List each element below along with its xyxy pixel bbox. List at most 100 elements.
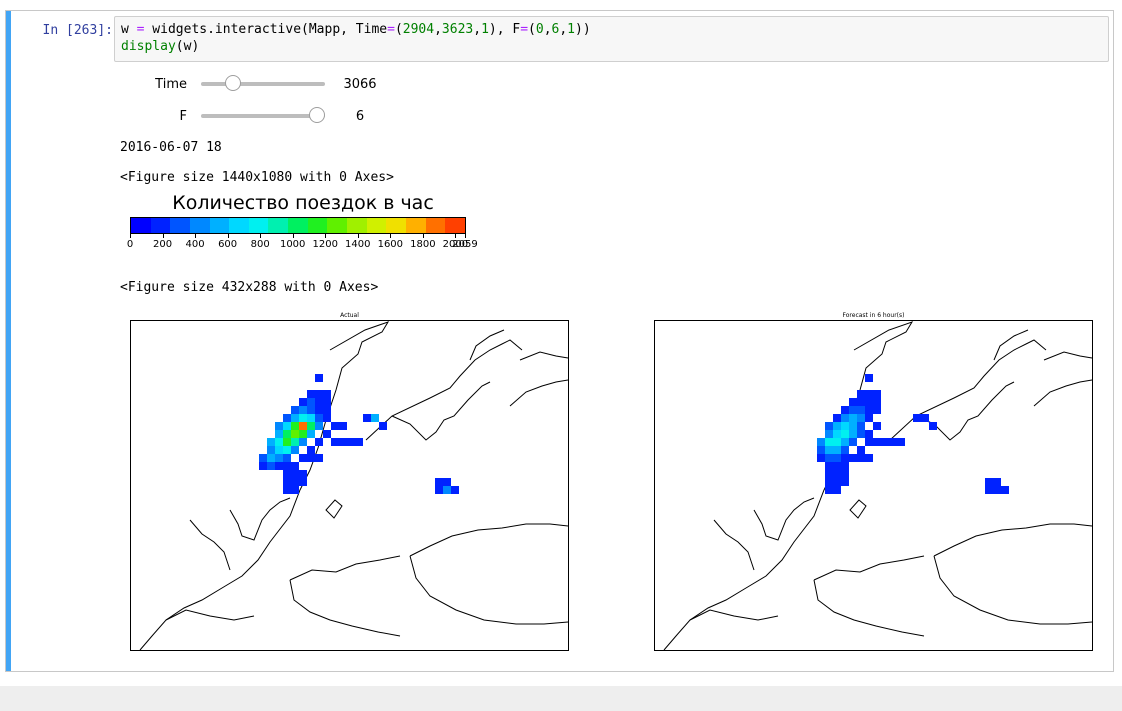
colorbar-segment (445, 218, 465, 233)
f-slider-label: F (179, 108, 187, 124)
heatmap-cell (849, 454, 857, 462)
colorbar-segment (209, 218, 230, 233)
heatmap-cell (283, 462, 291, 470)
heatmap-cell (283, 470, 291, 478)
heatmap-cell (865, 374, 873, 382)
heatmap-cell (825, 454, 833, 462)
heatmap-cell (291, 422, 299, 430)
colorbar-tick (227, 234, 229, 238)
heatmap-cell (921, 414, 929, 422)
heatmap-cell (299, 422, 307, 430)
heatmap-cell (889, 438, 897, 446)
page-bottom-bar (0, 686, 1122, 711)
heatmap-cell (817, 454, 825, 462)
heatmap-cell (443, 478, 451, 486)
heatmap-cell (873, 406, 881, 414)
colorbar-segment (189, 218, 210, 233)
f-slider-value: 6 (355, 108, 365, 124)
colorbar-tick-label: 600 (218, 239, 238, 250)
heatmap-cell (993, 486, 1001, 494)
colorbar-tick (455, 234, 457, 238)
heatmap-cell (379, 422, 387, 430)
heatmap-cell (315, 406, 323, 414)
heatmap-cell (283, 446, 291, 454)
heatmap-cell (259, 462, 267, 470)
colorbar-tick-label: 400 (185, 239, 205, 250)
heatmap-cell (275, 462, 283, 470)
colorbar-tick-label: 0 (126, 239, 134, 250)
heatmap-cell (363, 414, 371, 422)
heatmap-cell (841, 454, 849, 462)
colorbar-segment (327, 218, 348, 233)
time-slider-handle[interactable] (225, 75, 242, 91)
heatmap-cell (283, 438, 291, 446)
heatmap-cell (841, 462, 849, 470)
heatmap-cell (307, 446, 315, 454)
colorbar-segment (170, 218, 190, 233)
heatmap-cell (849, 438, 857, 446)
heatmap-cell (291, 478, 299, 486)
colorbar-segment (405, 218, 426, 233)
colorbar-tick-label: 1600 (377, 239, 404, 250)
heatmap-cell (315, 422, 323, 430)
heatmap-cell (291, 462, 299, 470)
f-slider-track[interactable] (201, 107, 325, 123)
colorbar-segment (366, 218, 387, 233)
heatmap-cell (841, 470, 849, 478)
heatmap-cell (267, 446, 275, 454)
heatmap-cell (833, 454, 841, 462)
colorbar-tick (422, 234, 424, 238)
heatmap-cell (825, 486, 833, 494)
heatmap-cell (307, 398, 315, 406)
heatmap-cell (897, 438, 905, 446)
heatmap-cell (347, 438, 355, 446)
heatmap-cell (339, 438, 347, 446)
heatmap-cell (929, 422, 937, 430)
heatmap-cell (315, 454, 323, 462)
time-slider-value: 3066 (343, 76, 377, 92)
heatmap-cell (833, 478, 841, 486)
heatmap-cell (833, 414, 841, 422)
heatmap-cell (857, 398, 865, 406)
heatmap-cell (825, 446, 833, 454)
colorbar-segment (150, 218, 171, 233)
heatmap-cell (825, 438, 833, 446)
colorbar-segment (248, 218, 269, 233)
heatmap-cell (307, 454, 315, 462)
heatmap-cell (849, 398, 857, 406)
heatmap-cell (299, 430, 307, 438)
heatmap-cell (825, 422, 833, 430)
colorbar-tick (325, 234, 327, 238)
colorbar-tick (162, 234, 164, 238)
heatmap-cell (865, 406, 873, 414)
heatmap-cell (841, 414, 849, 422)
colorbar-tick-label: 1400 (345, 239, 371, 250)
heatmap-cell (275, 454, 283, 462)
heatmap-cell (873, 438, 881, 446)
heatmap-cell (283, 422, 291, 430)
heatmap-cell (873, 422, 881, 430)
f-slider-handle[interactable] (309, 107, 325, 123)
heatmap-cell (283, 486, 291, 494)
heatmap-cell (267, 462, 275, 470)
colorbar-segment (386, 218, 406, 233)
heatmap-cell (435, 478, 443, 486)
heatmap-cell (857, 390, 865, 398)
heatmap-cell (857, 446, 865, 454)
code-input[interactable]: w = widgets.interactive(Mapp, Time=(2904… (114, 16, 1109, 62)
map-forecast-title: Forecast in 6 hour(s) (842, 312, 905, 319)
heatmap-cell (283, 414, 291, 422)
heatmap-cell (291, 470, 299, 478)
heatmap-cell (865, 454, 873, 462)
heatmap-cell (323, 390, 331, 398)
heatmap-cell (275, 446, 283, 454)
heatmap-cell (841, 406, 849, 414)
heatmap-cell (1001, 486, 1009, 494)
heatmap-cell (841, 478, 849, 486)
time-slider-track[interactable] (201, 75, 325, 91)
heatmap-cell (443, 486, 451, 494)
heatmap-cell (299, 454, 307, 462)
heatmap-cell (865, 414, 873, 422)
colorbar-segment (347, 218, 367, 233)
heatmap-cell (267, 454, 275, 462)
